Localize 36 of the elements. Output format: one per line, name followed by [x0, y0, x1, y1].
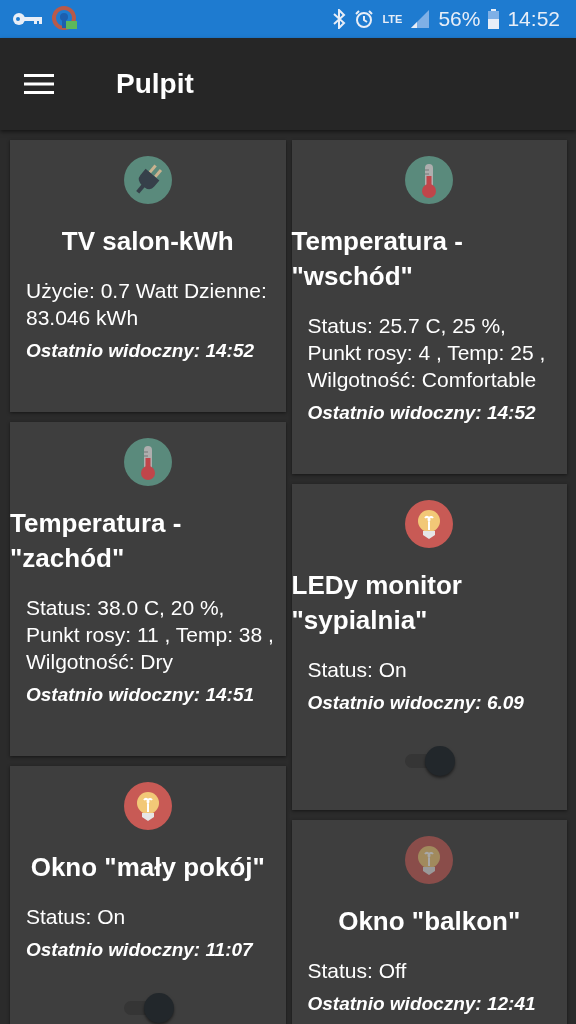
app-icon: [52, 6, 78, 32]
device-status: Status: On: [26, 904, 127, 930]
device-card[interactable]: Temperatura - "wschód" Status: 25.7 C, 25 %, Punkt rosy: 4 , Temp: 25 , Wilgotność: Comfortable Ostatnio widoczny: 14:52: [291, 140, 567, 474]
clock: 14:52: [507, 7, 560, 31]
battery-icon: [488, 9, 500, 29]
device-status: Status: 25.7 C, 25 %, Punkt rosy: 4 , Temp: 25 , Wilgotność: Comfortable: [307, 313, 547, 393]
device-title: Temperatura - "zachód": [10, 507, 183, 575]
lte-indicator: LTE: [382, 13, 403, 25]
device-title: Okno "balkon": [338, 905, 521, 938]
last-seen: Ostatnio widoczny: 12:41: [307, 992, 537, 1016]
device-card[interactable]: Temperatura - "zachód" Status: 38.0 C, 20 %, Punkt rosy: 11 , Temp: 38 , Wilgotność: Dry Ostatnio widoczny: 14:51: [10, 422, 286, 756]
device-status: Status: 38.0 C, 20 %, Punkt rosy: 11 , Temp: 38 , Wilgotność: Dry: [26, 595, 275, 675]
bluetooth-icon: [332, 9, 347, 29]
battery-percent: 56%: [438, 7, 481, 31]
last-seen: Ostatnio widoczny: 11:07: [26, 938, 255, 962]
menu-icon[interactable]: [24, 73, 54, 95]
device-card[interactable]: Okno "balkon" Status: Off Ostatnio widoczny: 12:41: [291, 820, 567, 1024]
device-card[interactable]: LEDy monitor "sypialnia" Status: On Ostatnio widoczny: 6.09: [291, 484, 567, 810]
last-seen: Ostatnio widoczny: 14:51: [26, 683, 256, 707]
last-seen: Ostatnio widoczny: 14:52: [307, 401, 537, 425]
device-status: Status: On: [307, 657, 408, 683]
device-card[interactable]: TV salon-kWh Użycie: 0.7 Watt Dzienne: 83.046 kWh Ostatnio widoczny: 14:52: [10, 140, 286, 412]
device-card[interactable]: Okno "mały pokój" Status: On Ostatnio widoczny: 11:07: [10, 766, 286, 1024]
alarm-icon: [354, 9, 375, 29]
device-title: TV salon-kWh: [61, 225, 234, 258]
device-title: Okno "mały pokój": [30, 851, 265, 884]
device-title: Temperatura - "wschód": [291, 225, 464, 293]
device-status: Status: Off: [307, 958, 408, 984]
toggle-switch[interactable]: [403, 746, 456, 776]
app-title: Pulpit: [116, 68, 194, 100]
key-icon: [12, 11, 44, 27]
last-seen: Ostatnio widoczny: 14:52: [26, 339, 256, 363]
signal-icon: [410, 9, 431, 29]
last-seen: Ostatnio widoczny: 6.09: [307, 691, 525, 715]
device-title: LEDy monitor "sypialnia": [291, 569, 463, 637]
device-status: Użycie: 0.7 Watt Dzienne: 83.046 kWh: [26, 278, 268, 331]
